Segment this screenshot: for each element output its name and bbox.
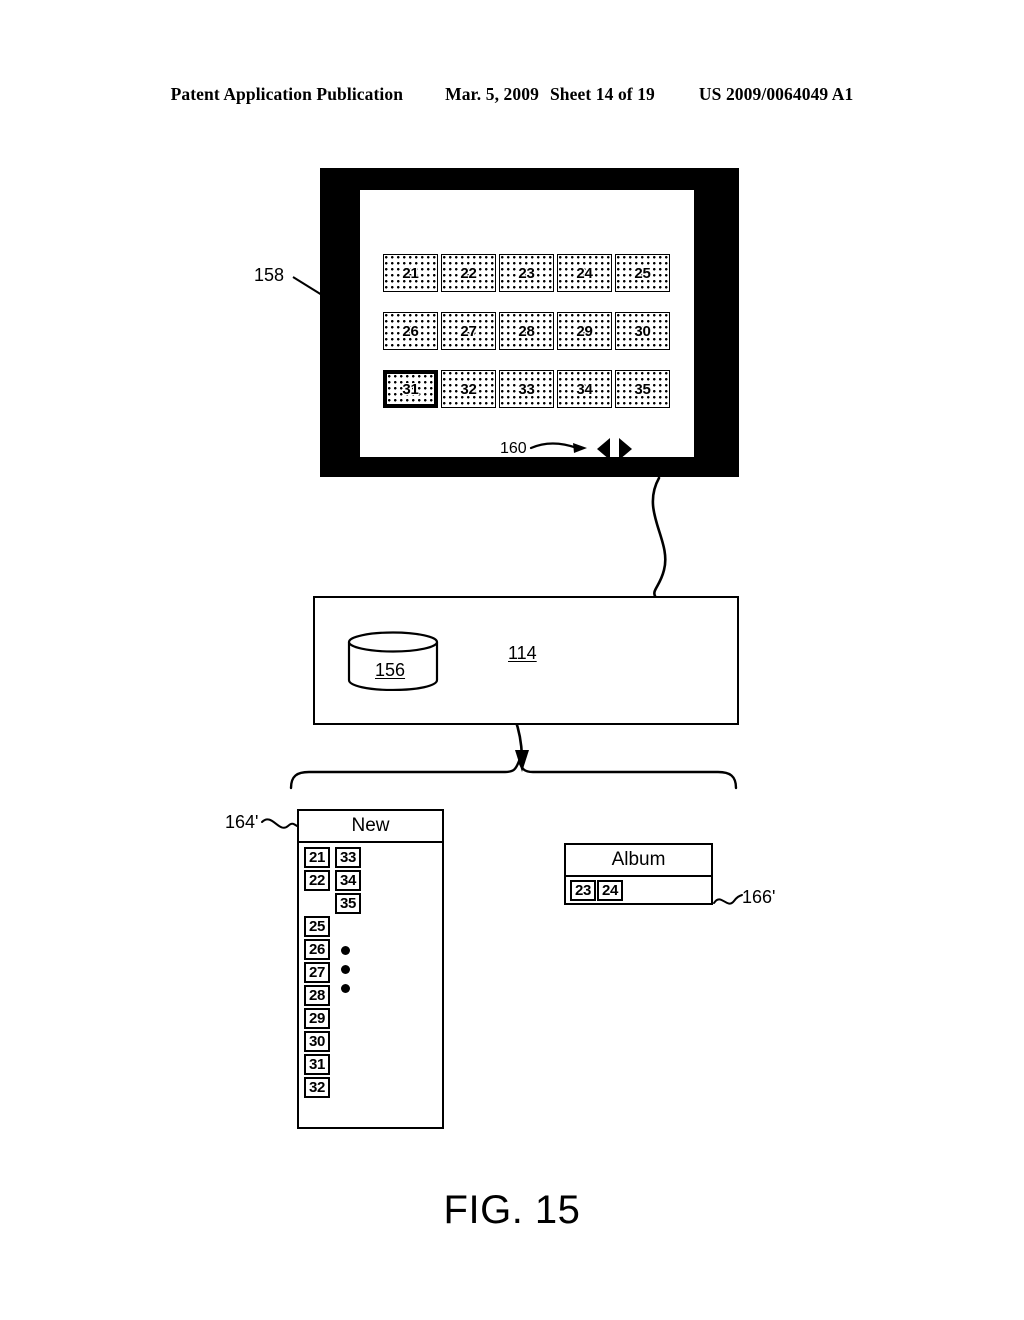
list-item[interactable]: 21 bbox=[304, 847, 330, 868]
ellipsis-dot bbox=[341, 946, 350, 955]
screen-navigation-controls: 160 bbox=[500, 438, 632, 460]
ellipsis-dot bbox=[341, 965, 350, 974]
list-item[interactable]: 34 bbox=[335, 870, 361, 891]
list-item[interactable]: 23 bbox=[570, 880, 596, 901]
thumbnail-label: 35 bbox=[634, 380, 651, 398]
reference-numeral-166-prime: 166' bbox=[742, 887, 776, 907]
list-item[interactable]: 32 bbox=[304, 1077, 330, 1098]
thumbnail-label: 28 bbox=[518, 322, 535, 340]
reference-numeral-156: 156 bbox=[375, 660, 406, 680]
thumbnail-item-selected[interactable]: 31 bbox=[383, 370, 438, 408]
thumbnail-item[interactable]: 22 bbox=[441, 254, 496, 292]
leader-line-158 bbox=[292, 276, 323, 296]
thumbnail-label: 31 bbox=[402, 380, 419, 398]
list-item[interactable]: 29 bbox=[304, 1008, 330, 1029]
brace-windows bbox=[289, 757, 738, 790]
thumbnail-label: 25 bbox=[634, 264, 651, 282]
thumbnail-item[interactable]: 24 bbox=[557, 254, 612, 292]
thumbnail-item[interactable]: 33 bbox=[499, 370, 554, 408]
thumbnail-item[interactable]: 28 bbox=[499, 312, 554, 350]
thumbnail-item[interactable]: 35 bbox=[615, 370, 670, 408]
thumbnail-label: 27 bbox=[460, 322, 477, 340]
thumbnail-item[interactable]: 26 bbox=[383, 312, 438, 350]
window-new-left-column: 21 22 25 26 27 28 29 30 31 32 bbox=[304, 847, 330, 1098]
reference-numeral-114: 114 bbox=[508, 643, 537, 663]
list-item[interactable]: 31 bbox=[304, 1054, 330, 1075]
window-new-title: New bbox=[299, 811, 442, 843]
vertical-ellipsis-icon bbox=[341, 946, 350, 993]
thumbnail-label: 30 bbox=[634, 322, 651, 340]
connector-device-to-system bbox=[651, 476, 667, 598]
list-item-spacer bbox=[304, 893, 330, 914]
thumbnail-item[interactable]: 27 bbox=[441, 312, 496, 350]
thumbnail-label: 22 bbox=[460, 264, 477, 282]
thumbnail-label: 26 bbox=[402, 322, 419, 340]
thumbnail-item[interactable]: 30 bbox=[615, 312, 670, 350]
thumbnail-label: 23 bbox=[518, 264, 535, 282]
device-bezel: 21 22 23 24 25 26 27 28 29 30 31 32 33 3… bbox=[320, 168, 739, 477]
leader-line-166 bbox=[713, 894, 743, 905]
window-album-title: Album bbox=[566, 845, 711, 877]
list-item[interactable]: 33 bbox=[335, 847, 361, 868]
list-item[interactable]: 26 bbox=[304, 939, 330, 960]
leader-line-164 bbox=[261, 818, 298, 829]
ellipsis-dot bbox=[341, 984, 350, 993]
list-item[interactable]: 25 bbox=[304, 916, 330, 937]
thumbnail-label: 33 bbox=[518, 380, 535, 398]
thumbnail-item[interactable]: 29 bbox=[557, 312, 612, 350]
figure-caption: FIG. 15 bbox=[443, 1188, 581, 1232]
list-item[interactable]: 30 bbox=[304, 1031, 330, 1052]
window-album-items: 23 24 bbox=[570, 880, 623, 901]
triangle-left-icon[interactable] bbox=[596, 438, 610, 460]
list-item[interactable]: 27 bbox=[304, 962, 330, 983]
reference-numeral-160: 160 bbox=[500, 440, 527, 457]
list-item[interactable]: 28 bbox=[304, 985, 330, 1006]
figure-canvas: 158 21 22 23 24 25 26 27 28 29 30 31 32 … bbox=[0, 0, 1024, 1320]
device-screen: 21 22 23 24 25 26 27 28 29 30 31 32 33 3… bbox=[360, 190, 694, 460]
window-album-body: 23 24 bbox=[566, 877, 711, 907]
window-album[interactable]: Album 23 24 bbox=[564, 843, 713, 905]
thumbnail-item[interactable]: 32 bbox=[441, 370, 496, 408]
thumbnail-item[interactable]: 23 bbox=[499, 254, 554, 292]
thumbnail-grid: 21 22 23 24 25 26 27 28 29 30 31 32 33 3… bbox=[383, 254, 673, 408]
list-item[interactable]: 35 bbox=[335, 893, 361, 914]
thumbnail-item[interactable]: 25 bbox=[615, 254, 670, 292]
reference-numeral-158: 158 bbox=[254, 265, 285, 285]
window-new[interactable]: New 21 22 25 26 27 28 29 30 31 32 33 34 … bbox=[297, 809, 444, 1129]
thumbnail-label: 34 bbox=[576, 380, 593, 398]
thumbnail-label: 32 bbox=[460, 380, 477, 398]
thumbnail-label: 29 bbox=[576, 322, 593, 340]
window-new-right-column: 33 34 35 bbox=[335, 847, 361, 914]
thumbnail-label: 24 bbox=[576, 264, 593, 282]
list-item[interactable]: 22 bbox=[304, 870, 330, 891]
thumbnail-item[interactable]: 34 bbox=[557, 370, 612, 408]
thumbnail-label: 21 bbox=[402, 264, 419, 282]
reference-numeral-164-prime: 164' bbox=[225, 812, 259, 832]
leader-arrow-160 bbox=[529, 442, 587, 453]
thumbnail-item[interactable]: 21 bbox=[383, 254, 438, 292]
triangle-right-icon[interactable] bbox=[618, 438, 632, 460]
list-item[interactable]: 24 bbox=[597, 880, 623, 901]
window-new-body: 21 22 25 26 27 28 29 30 31 32 33 34 35 bbox=[299, 843, 442, 1128]
